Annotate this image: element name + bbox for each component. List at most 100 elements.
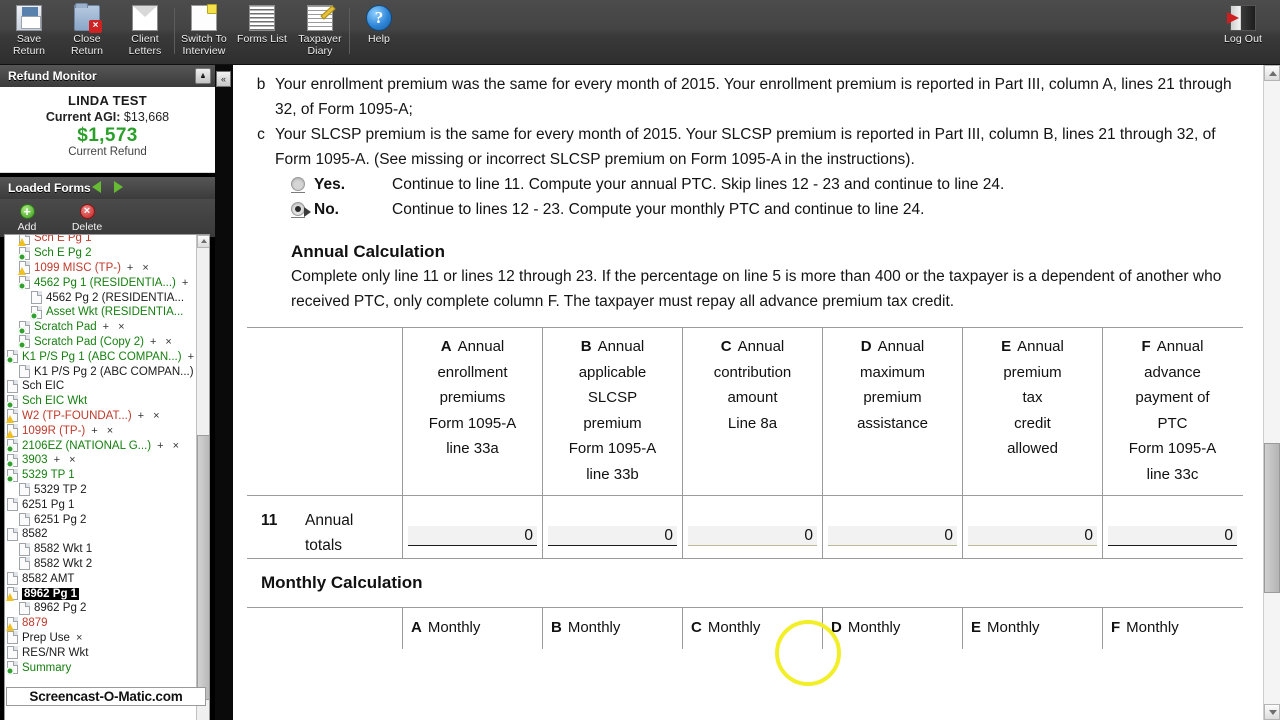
save-return-button[interactable]: Save Return: [0, 0, 58, 62]
form-tree-item[interactable]: 8582 Wkt 2: [7, 557, 197, 572]
log-out-label: Log Out: [1223, 33, 1263, 45]
column-line: premium: [863, 389, 922, 406]
form-tree-item-actions[interactable]: ×: [76, 632, 85, 644]
form-ok-icon: [6, 394, 18, 409]
form-tree-item[interactable]: Sch E Pg 1: [7, 235, 197, 246]
annual-total-input-f[interactable]: [1108, 526, 1237, 546]
column-letter: C: [720, 338, 732, 355]
form-tree-item[interactable]: Summary: [6, 660, 197, 675]
form-tree-item-actions[interactable]: + ×: [138, 410, 163, 422]
form-tree-item-actions[interactable]: + ×: [54, 454, 79, 466]
form-tree-item-actions[interactable]: + ×: [150, 336, 175, 348]
form-item-b-marker: b: [256, 76, 266, 93]
option-row-yes[interactable]: Yes. Continue to line 11. Compute your a…: [247, 172, 1243, 197]
scrollbar-thumb[interactable]: [197, 435, 209, 700]
radio-no[interactable]: [291, 202, 305, 218]
form-tree-item-actions[interactable]: +: [182, 277, 191, 289]
scroll-up-icon[interactable]: [197, 235, 209, 248]
forms-tree-scrollbar[interactable]: [196, 235, 209, 720]
form-tree-item[interactable]: 8962 Pg 1: [6, 586, 197, 602]
row-11-label-1: Annual: [305, 512, 354, 529]
column-line: Monthly: [1126, 619, 1179, 636]
doc-scroll-up-icon[interactable]: [1264, 65, 1280, 81]
form-ok-icon: [30, 305, 42, 320]
client-letters-button[interactable]: Client Letters: [116, 0, 174, 62]
application-window: Save Return Close Return Client Letters: [0, 0, 1280, 720]
radio-yes-text: Continue to line 11. Compute your annual…: [392, 176, 1005, 193]
form-tree-item[interactable]: 4562 Pg 2 (RESIDENTIA...: [7, 290, 197, 305]
arrow-left-icon[interactable]: [92, 181, 101, 193]
form-page-icon: [19, 365, 30, 379]
form-item-c-marker: c: [257, 126, 265, 143]
log-out-button[interactable]: Log Out: [1212, 0, 1274, 62]
form-tree-item-label: 8962 Pg 2: [34, 602, 87, 615]
chevron-up-icon[interactable]: [195, 68, 211, 84]
doc-scrollbar-thumb[interactable]: [1264, 443, 1280, 593]
form-tree-item[interactable]: 5329 TP 1: [6, 468, 197, 483]
form-tree-item[interactable]: 5329 TP 2: [7, 483, 197, 498]
forms-list-button[interactable]: Forms List: [233, 0, 291, 62]
arrow-right-icon[interactable]: [114, 181, 123, 193]
form-tree-item[interactable]: K1 P/S Pg 2 (ABC COMPAN...): [7, 364, 197, 379]
form-tree-item-label: 4562 Pg 2 (RESIDENTIA...: [46, 291, 185, 304]
form-tree-item[interactable]: W2 (TP-FOUNDAT...) + ×: [6, 409, 197, 424]
form-tree-item[interactable]: Sch EIC Wkt: [6, 394, 197, 409]
collapse-sidebar-button[interactable]: «: [216, 71, 231, 87]
form-tree-item-actions[interactable]: + ×: [91, 425, 116, 437]
form-page-icon: [7, 631, 18, 645]
form-tree-item[interactable]: Prep Use ×: [7, 631, 197, 646]
form-document-view[interactable]: b Your enrollment premium was the same f…: [233, 65, 1280, 720]
form-tree-item[interactable]: 8962 Pg 2: [7, 601, 197, 616]
form-tree-item[interactable]: 6251 Pg 2: [7, 512, 197, 527]
doc-scroll-down-icon[interactable]: [1264, 704, 1280, 720]
form-ok-icon: [6, 439, 18, 454]
form-tree-item[interactable]: RES/NR Wkt: [7, 645, 197, 660]
taxpayer-diary-button[interactable]: Taxpayer Diary: [291, 0, 349, 62]
add-form-button[interactable]: Add: [10, 203, 44, 233]
option-row-no[interactable]: No. Continue to lines 12 - 23. Compute y…: [247, 197, 1243, 222]
form-tree-item[interactable]: Scratch Pad + ×: [7, 320, 197, 335]
column-letter: D: [831, 619, 842, 636]
form-page-icon: [19, 513, 30, 527]
form-tree-item[interactable]: 1099R (TP-) + ×: [6, 423, 197, 439]
row-11-label-cell: 11 Annual totals: [247, 496, 402, 558]
form-tree-item-actions[interactable]: + ×: [103, 321, 128, 333]
form-tree-item-label: 8582 Wkt 2: [34, 557, 93, 570]
form-tree-item-label: 6251 Pg 1: [22, 498, 75, 511]
form-tree-item[interactable]: Asset Wkt (RESIDENTIA...: [7, 305, 197, 320]
form-tree-item[interactable]: 8879: [6, 616, 197, 631]
form-ok-icon: [6, 661, 18, 675]
switch-to-interview-button[interactable]: Switch To Interview: [175, 0, 233, 62]
close-return-button[interactable]: Close Return: [58, 0, 116, 62]
column-line: Form 1095-A: [428, 414, 517, 432]
column-line: Monthly: [707, 619, 761, 636]
loaded-forms-tree[interactable]: Sch E Pg 1 Sch E Pg 2 1099 MISC (TP-) + × 45…: [4, 234, 210, 720]
form-tree-item[interactable]: 3903 + ×: [6, 453, 197, 468]
form-tree-item[interactable]: 4562 Pg 1 (RESIDENTIA...) +: [7, 275, 197, 291]
form-tree-item[interactable]: 8582 AMT: [7, 571, 197, 586]
column-line: SLCSP: [587, 389, 638, 406]
annual-total-input-a[interactable]: [408, 526, 537, 546]
radio-yes[interactable]: [291, 177, 305, 193]
form-tree-item[interactable]: Scratch Pad (Copy 2) + ×: [7, 335, 197, 350]
annual-total-input-c[interactable]: [688, 526, 817, 546]
form-tree-item[interactable]: 2106EZ (NATIONAL G...) + ×: [6, 438, 197, 454]
form-tree-item-actions[interactable]: + ×: [127, 262, 152, 274]
form-tree-item-actions[interactable]: + ×: [157, 440, 182, 452]
form-tree-item-label: 3903: [22, 454, 48, 467]
form-tree-item-label: 8582 AMT: [22, 572, 75, 585]
form-tree-item[interactable]: K1 P/S Pg 1 (ABC COMPAN...) +: [6, 349, 197, 365]
form-tree-item[interactable]: Sch E Pg 2: [7, 246, 197, 261]
annual-total-input-e[interactable]: [968, 526, 1097, 546]
document-scrollbar[interactable]: [1263, 65, 1280, 720]
form-tree-item[interactable]: 6251 Pg 1: [7, 497, 197, 512]
form-tree-item[interactable]: Sch EIC: [7, 379, 197, 394]
annual-total-input-d[interactable]: [828, 526, 957, 546]
form-tree-item[interactable]: 8582 Wkt 1: [7, 542, 197, 557]
delete-form-button[interactable]: Delete: [70, 203, 104, 233]
envelope-icon: [132, 5, 158, 31]
help-button[interactable]: Help: [350, 0, 408, 62]
form-tree-item[interactable]: 8582: [7, 527, 197, 542]
form-tree-item[interactable]: 1099 MISC (TP-) + ×: [7, 261, 197, 276]
annual-total-input-b[interactable]: [548, 526, 677, 546]
